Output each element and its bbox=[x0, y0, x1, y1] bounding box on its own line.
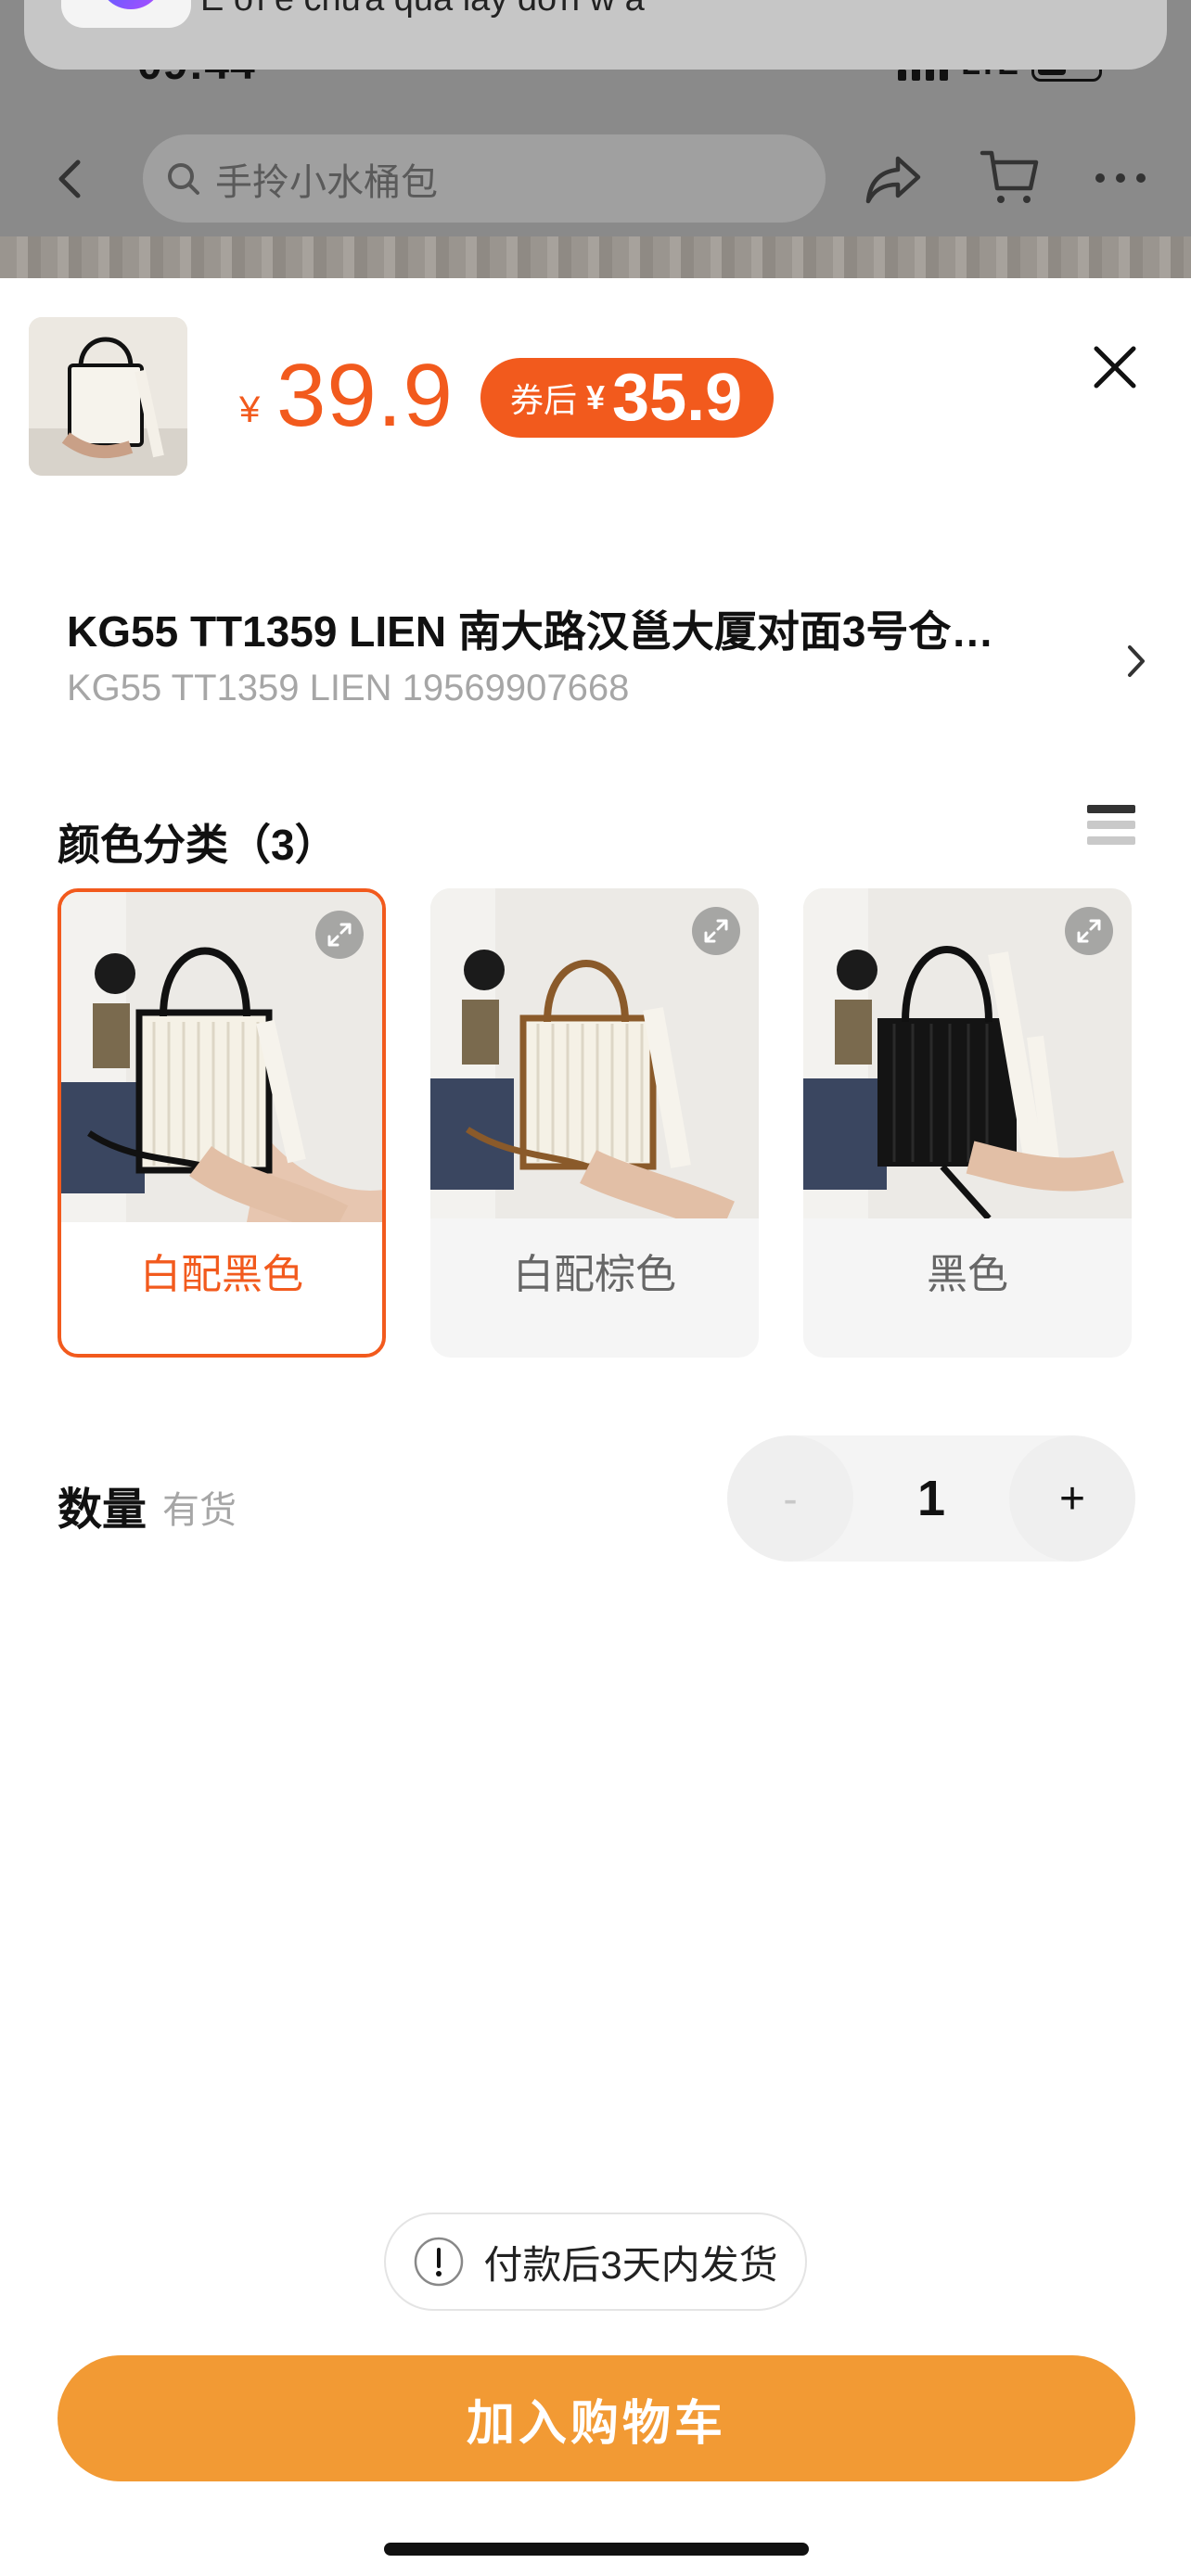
coupon-label: 券后 bbox=[510, 381, 578, 419]
product-photo-strip bbox=[0, 236, 1191, 278]
search-icon bbox=[168, 162, 199, 195]
sku-selection-sheet: ¥ 39.9 券后 ¥ 35.9 KG55 TT1359 LIEN 南大路汉邕大… bbox=[0, 278, 1191, 2576]
expand-icon[interactable] bbox=[315, 911, 364, 959]
notification-text: E ơi e chưa qua lấy đơn w a bbox=[200, 0, 645, 19]
quantity-stepper: - 1 + bbox=[727, 1435, 1135, 1562]
shipping-time-text: 付款后3天内发货 bbox=[483, 2242, 778, 2287]
product-thumbnail[interactable] bbox=[29, 317, 187, 476]
address-contact: KG55 TT1359 LIEN 19569907668 bbox=[67, 668, 630, 708]
quantity-value[interactable]: 1 bbox=[917, 1470, 945, 1527]
variant-option-black[interactable]: 黑色 bbox=[803, 888, 1132, 1358]
list-view-icon[interactable] bbox=[1087, 805, 1135, 857]
quantity-label: 数量 bbox=[58, 1486, 147, 1535]
coupon-price-badge: 券后 ¥ 35.9 bbox=[480, 358, 775, 438]
expand-icon[interactable] bbox=[1065, 907, 1113, 955]
search-placeholder: 手拎小水桶包 bbox=[215, 161, 438, 203]
coupon-currency: ¥ bbox=[586, 378, 606, 416]
address-title: KG55 TT1359 LIEN 南大路汉邕大厦对面3号仓… bbox=[67, 607, 994, 656]
info-icon bbox=[415, 2237, 464, 2287]
cart-icon[interactable] bbox=[979, 147, 1042, 209]
variant-label: 白配黑色 bbox=[140, 1252, 303, 1297]
stock-status: 有货 bbox=[162, 1490, 237, 1531]
add-to-cart-button[interactable]: 加入购物车 bbox=[58, 2355, 1135, 2481]
color-category-heading: 颜色分类（3） bbox=[58, 821, 338, 869]
messenger-app-icon bbox=[61, 0, 191, 28]
search-input[interactable]: 手拎小水桶包 bbox=[143, 134, 826, 223]
coupon-price: 35.9 bbox=[612, 361, 743, 435]
variant-label: 白配棕色 bbox=[513, 1252, 676, 1297]
variant-label: 黑色 bbox=[927, 1252, 1008, 1297]
price-currency: ¥ bbox=[239, 389, 261, 430]
notification-banner[interactable]: E ơi e chưa qua lấy đơn w a bbox=[24, 0, 1167, 70]
close-icon[interactable] bbox=[1089, 341, 1141, 393]
variant-option-white-brown[interactable]: 白配棕色 bbox=[430, 888, 759, 1358]
increase-quantity-button[interactable]: + bbox=[1008, 1435, 1135, 1562]
top-navigation: 手拎小水桶包 bbox=[0, 134, 1191, 223]
back-icon[interactable] bbox=[46, 153, 98, 205]
shipping-time-note: 付款后3天内发货 bbox=[384, 2213, 807, 2311]
more-icon[interactable] bbox=[1093, 164, 1148, 192]
share-icon[interactable] bbox=[863, 151, 924, 207]
expand-icon[interactable] bbox=[692, 907, 740, 955]
background-page: 09:44 LTE 手拎小水桶包 E ơi e c bbox=[0, 0, 1191, 278]
home-indicator[interactable] bbox=[384, 2543, 809, 2556]
variant-option-white-black[interactable]: 白配黑色 bbox=[58, 888, 386, 1358]
chevron-right-icon bbox=[1128, 645, 1145, 677]
decrease-quantity-button[interactable]: - bbox=[727, 1435, 853, 1562]
price: 39.9 bbox=[276, 346, 454, 445]
